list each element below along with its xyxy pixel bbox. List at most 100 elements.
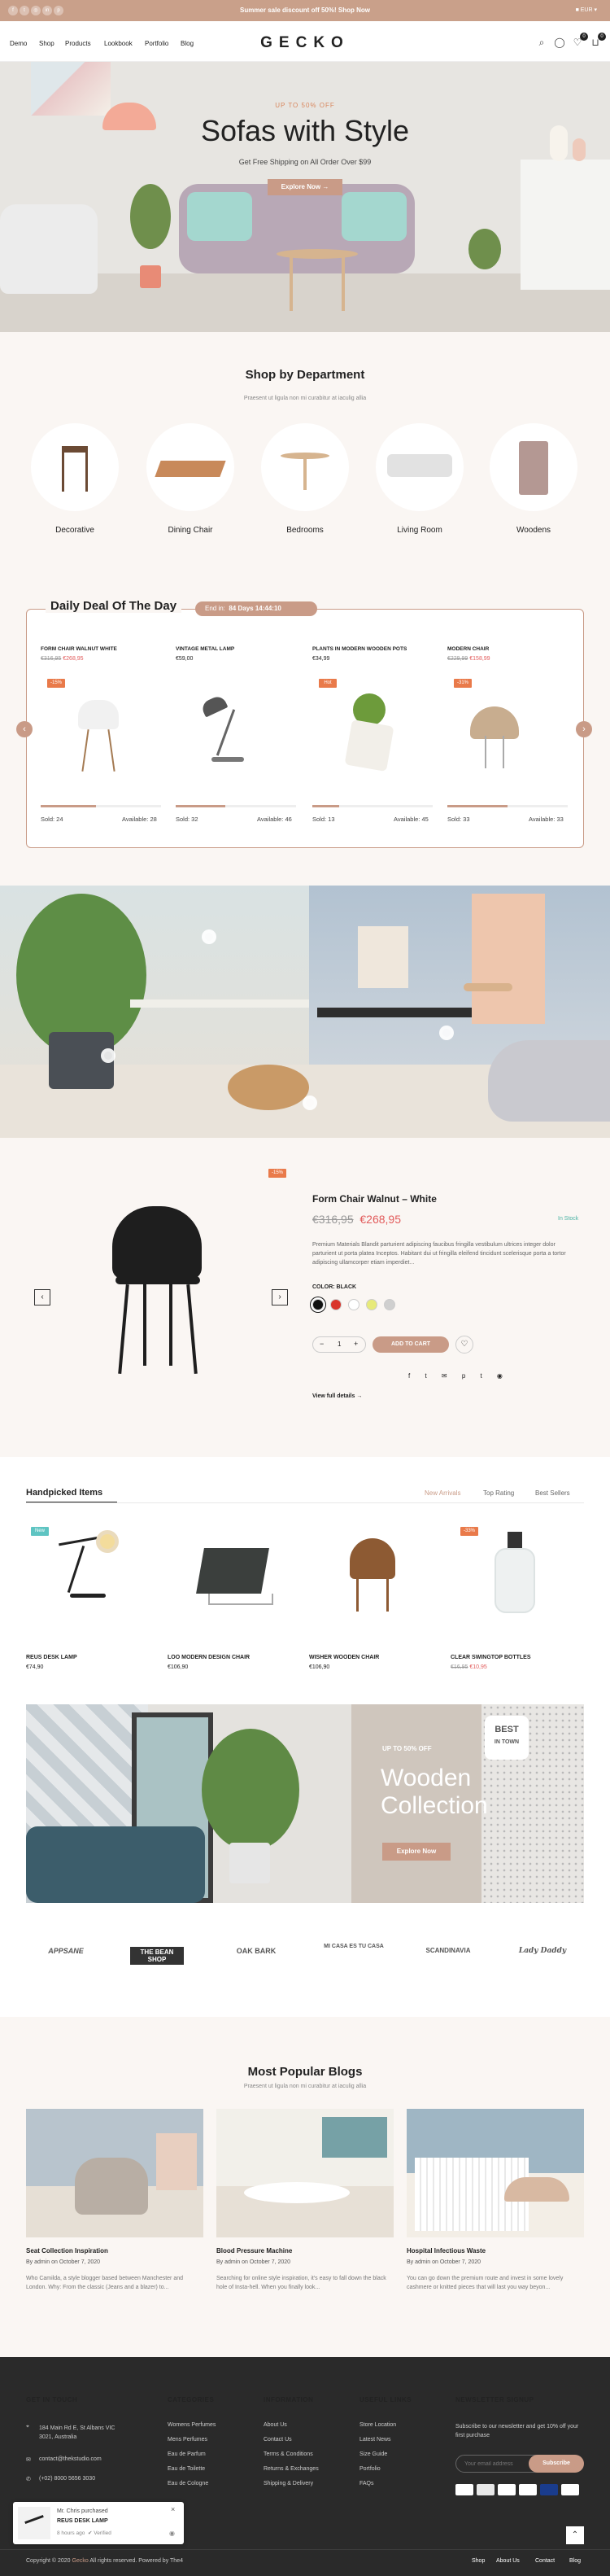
footer-link[interactable]: Eau de Toilette xyxy=(168,2466,205,2472)
department-decorative[interactable] xyxy=(31,423,119,511)
bottom-link-about[interactable]: About Us xyxy=(496,2558,520,2564)
department-living-room[interactable] xyxy=(376,423,464,511)
footer-link[interactable]: Terms & Conditions xyxy=(264,2451,313,2457)
tab-top-rating[interactable]: Top Rating xyxy=(483,1489,514,1497)
blog-image[interactable] xyxy=(216,2109,394,2237)
product-card-image[interactable] xyxy=(26,1524,156,1629)
department-woodens[interactable] xyxy=(490,423,577,511)
footer-link[interactable]: Contact Us xyxy=(264,2437,292,2443)
footer-link[interactable]: FAQs xyxy=(359,2481,374,2486)
product-card-image[interactable] xyxy=(309,1524,439,1629)
search-icon[interactable]: ⌕ xyxy=(535,36,548,49)
qty-plus[interactable]: + xyxy=(354,1340,358,1348)
hotspot-dot[interactable] xyxy=(439,1026,454,1040)
color-swatch-grey[interactable] xyxy=(384,1299,395,1310)
deal-next-button[interactable]: › xyxy=(576,721,592,737)
share-icons[interactable]: f t ✉ p t ◉ xyxy=(408,1372,509,1380)
department-bedrooms[interactable] xyxy=(261,423,349,511)
footer-link[interactable]: Mens Perfumes xyxy=(168,2437,207,2443)
tab-best-sellers[interactable]: Best Sellers xyxy=(535,1489,570,1497)
qty-value[interactable]: 1 xyxy=(338,1340,341,1348)
account-icon[interactable]: ◯ xyxy=(553,36,566,49)
footer-link[interactable]: Store Location xyxy=(359,2422,396,2428)
currency-selector[interactable]: ■ EUR ▾ xyxy=(576,7,597,13)
qty-minus[interactable]: − xyxy=(320,1340,324,1348)
featured-product-name[interactable]: Form Chair Walnut – White xyxy=(312,1193,437,1205)
tab-new-arrivals[interactable]: New Arrivals xyxy=(425,1489,460,1497)
close-icon[interactable]: × xyxy=(171,2505,175,2513)
hotspot-dot[interactable] xyxy=(101,1048,115,1063)
brand-logo[interactable]: MI CASA ES TU CASA xyxy=(317,1944,390,1949)
product-card-image[interactable] xyxy=(451,1524,581,1629)
department-label[interactable]: Decorative xyxy=(26,526,124,535)
department-label[interactable]: Dining Chair xyxy=(142,526,239,535)
featured-next-image[interactable]: › xyxy=(272,1289,288,1305)
back-to-top-button[interactable]: ⌃ xyxy=(566,2526,584,2544)
brand-logo[interactable]: THE BEAN SHOP xyxy=(130,1947,184,1965)
add-to-cart-button[interactable]: ADD TO CART xyxy=(373,1336,449,1353)
topbar-message[interactable]: Summer sale discount off 50%! Shop Now xyxy=(0,7,610,14)
footer-link[interactable]: Returns & Exchanges xyxy=(264,2466,319,2472)
view-details-link[interactable]: View full details → xyxy=(312,1393,362,1399)
site-logo[interactable]: GECKO xyxy=(0,34,610,52)
cart-icon[interactable]: ⊔ 0 xyxy=(589,33,606,49)
color-swatch-red[interactable] xyxy=(330,1299,342,1310)
product-name[interactable]: WISHER WOODEN CHAIR xyxy=(309,1655,379,1660)
bottom-link-blog[interactable]: Blog xyxy=(569,2558,581,2564)
footer-link[interactable]: Shipping & Delivery xyxy=(264,2481,313,2486)
wooden-collection-banner[interactable]: BEST IN TOWN UP TO 50% OFF Wooden Collecti… xyxy=(26,1704,584,1903)
product-name[interactable]: LOO MODERN DESIGN CHAIR xyxy=(168,1655,250,1660)
color-swatch-white[interactable] xyxy=(348,1299,359,1310)
footer-link[interactable]: About Us xyxy=(264,2422,287,2428)
notification-item[interactable]: REUS DESK LAMP xyxy=(57,2518,108,2524)
brand-logo[interactable]: SCANDINAVIA xyxy=(412,1947,485,1954)
promo-cta-button[interactable]: Explore Now xyxy=(382,1843,451,1861)
wishlist-icon[interactable]: ♡ 0 xyxy=(571,33,588,49)
blog-post-title[interactable]: Seat Collection Inspiration xyxy=(26,2247,108,2255)
brand-logo[interactable]: Lady Daddy xyxy=(506,1947,579,1955)
featured-chair-image[interactable] xyxy=(112,1206,202,1279)
wishlist-heart-icon[interactable]: ♡ xyxy=(455,1336,473,1354)
blog-post-title[interactable]: Hospital Infectious Waste xyxy=(407,2247,486,2255)
brand-logo[interactable]: OAK BARK xyxy=(220,1947,293,1955)
newsletter-subscribe-button[interactable]: Subscribe xyxy=(529,2455,584,2473)
bottom-link-shop[interactable]: Shop xyxy=(472,2558,485,2564)
hotspot-dot[interactable] xyxy=(202,929,216,944)
bottom-link-contact[interactable]: Contact xyxy=(535,2558,555,2564)
deal-product-name[interactable]: PLANTS IN MODERN WOODEN POTS xyxy=(312,646,407,652)
footer-email[interactable]: contact@thekstudio.com xyxy=(39,2456,102,2462)
department-label[interactable]: Woodens xyxy=(485,526,582,535)
color-swatch-black[interactable] xyxy=(312,1299,324,1310)
purchase-notification[interactable]: Mr. Chris purchased REUS DESK LAMP 8 hou… xyxy=(13,2502,184,2544)
featured-prev-image[interactable]: ‹ xyxy=(34,1289,50,1305)
product-card-image[interactable] xyxy=(168,1524,298,1629)
footer-link[interactable]: Latest News xyxy=(359,2437,391,2443)
view-icon[interactable]: ◉ xyxy=(169,2530,175,2537)
deal-product-name[interactable]: FORM CHAIR WALNUT WHITE xyxy=(41,646,117,652)
footer-link[interactable]: Womens Perfumes xyxy=(168,2422,216,2428)
deal-product-name[interactable]: MODERN CHAIR xyxy=(447,646,489,652)
product-name[interactable]: REUS DESK LAMP xyxy=(26,1655,77,1660)
footer-link[interactable]: Size Guide xyxy=(359,2451,387,2457)
quantity-stepper[interactable]: − 1 + xyxy=(312,1336,366,1353)
department-label[interactable]: Bedrooms xyxy=(256,526,354,535)
brand-logo[interactable]: APPSANE xyxy=(29,1947,102,1955)
blog-image[interactable] xyxy=(26,2109,203,2237)
copyright-brand[interactable]: Gecko xyxy=(72,2558,89,2564)
department-dining-chair[interactable] xyxy=(146,423,234,511)
deal-product-name[interactable]: VINTAGE METAL LAMP xyxy=(176,646,234,652)
product-name[interactable]: CLEAR SWINGTOP BOTTLES xyxy=(451,1655,531,1660)
footer-link[interactable]: Portfolio xyxy=(359,2466,381,2472)
blog-post-title[interactable]: Blood Pressure Machine xyxy=(216,2247,292,2255)
footer-link[interactable]: Eau de Parfum xyxy=(168,2451,206,2457)
department-label[interactable]: Living Room xyxy=(371,526,468,535)
hotspot-dot[interactable] xyxy=(303,1096,317,1110)
footer-link[interactable]: Eau de Cologne xyxy=(168,2481,208,2486)
blog-image[interactable] xyxy=(407,2109,584,2237)
deal-prev-button[interactable]: ‹ xyxy=(16,721,33,737)
hero-cta-button[interactable]: Explore Now → xyxy=(268,179,342,195)
stock-progress xyxy=(41,805,161,807)
color-swatch-yellow[interactable] xyxy=(366,1299,377,1310)
footer-phone[interactable]: (+02) 8000 5656 3030 xyxy=(39,2476,95,2482)
chair-image[interactable] xyxy=(78,700,119,729)
